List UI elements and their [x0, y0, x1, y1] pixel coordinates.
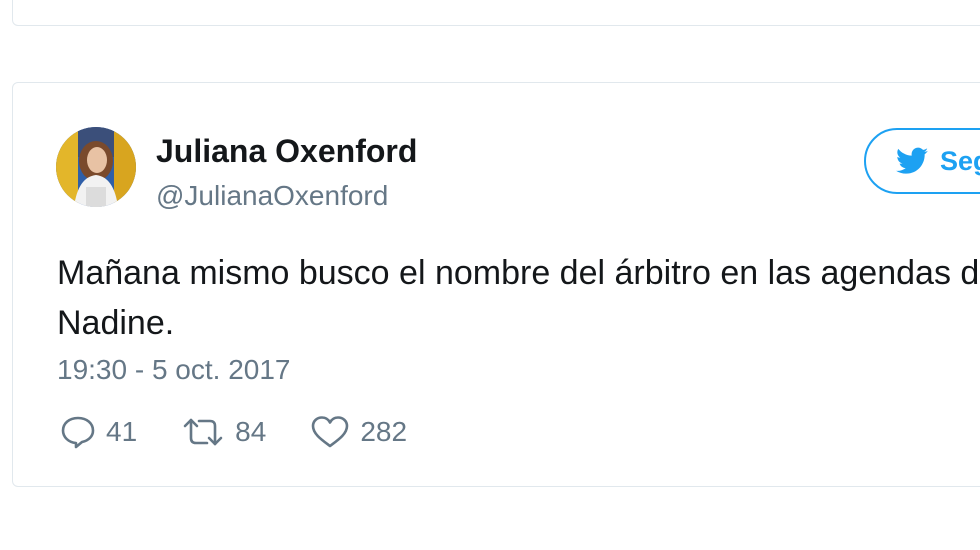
reply-icon: [60, 415, 96, 449]
tweet-text: Mañana mismo busco el nombre del árbitro…: [57, 254, 980, 342]
retweet-icon: [181, 416, 225, 448]
tweet-actions: 41 84 282: [60, 410, 451, 454]
avatar[interactable]: [56, 127, 136, 207]
retweet-action[interactable]: 84: [181, 416, 266, 448]
heart-icon: [310, 415, 350, 449]
timeline-page: Juliana Oxenford @JulianaOxenford Seguir…: [0, 0, 980, 550]
user-handle[interactable]: @JulianaOxenford: [156, 180, 388, 212]
reply-action[interactable]: 41: [60, 415, 137, 449]
display-name[interactable]: Juliana Oxenford: [156, 133, 417, 170]
twitter-bird-icon: [896, 147, 928, 175]
follow-label: Seguir: [940, 145, 980, 176]
like-action[interactable]: 282: [310, 415, 407, 449]
reply-count: 41: [106, 416, 138, 447]
follow-button[interactable]: Seguir: [864, 128, 980, 194]
tweet-timestamp[interactable]: 19:30 - 5 oct. 2017: [57, 354, 291, 386]
like-count: 282: [360, 416, 408, 447]
retweet-count: 84: [235, 416, 267, 447]
previous-tweet-card: [12, 0, 980, 26]
